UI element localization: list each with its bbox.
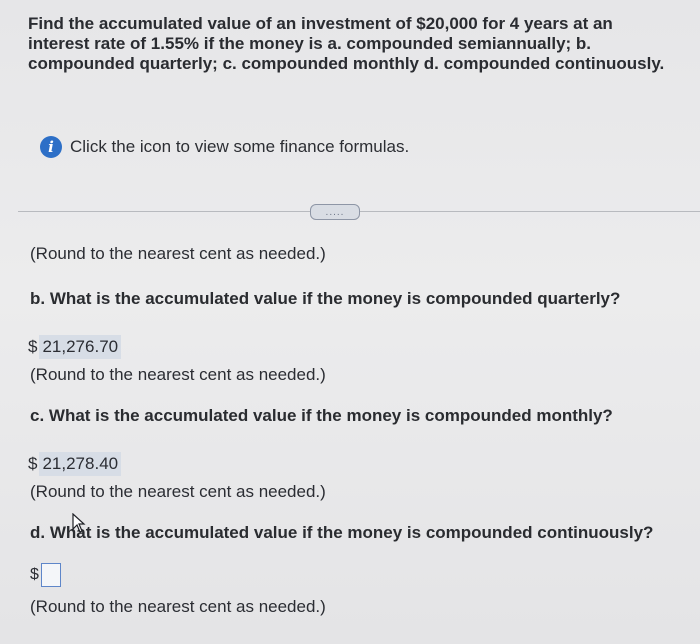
question-panel: Find the accumulated value of an investm…: [0, 0, 700, 644]
help-row: i Click the icon to view some finance fo…: [40, 136, 409, 158]
part-c-currency: $: [28, 454, 38, 473]
part-c-answer: $ 21,278.40: [28, 452, 122, 476]
part-c-prompt: c. What is the accumulated value if the …: [30, 406, 613, 425]
question-text: Find the accumulated value of an investm…: [28, 14, 665, 73]
mouse-pointer-icon: [72, 513, 86, 533]
part-b-prompt: b. What is the accumulated value if the …: [30, 289, 621, 308]
help-text: Click the icon to view some finance form…: [70, 137, 410, 156]
info-icon[interactable]: i: [40, 136, 62, 158]
part-b-answer: $ 21,276.70: [28, 335, 122, 359]
part-d-answer: $: [30, 563, 61, 587]
expand-button[interactable]: .....: [310, 204, 360, 220]
part-a-round-note: (Round to the nearest cent as needed.): [30, 244, 326, 263]
part-d-round-note: (Round to the nearest cent as needed.): [30, 597, 326, 616]
part-b-answer-value[interactable]: 21,276.70: [39, 335, 122, 359]
part-b-currency: $: [28, 337, 38, 356]
part-d-answer-input[interactable]: [40, 563, 61, 587]
part-b-round-note: (Round to the nearest cent as needed.): [30, 365, 326, 384]
part-c-answer-value[interactable]: 21,278.40: [39, 452, 122, 476]
part-d-prompt: d. What is the accumulated value if the …: [30, 523, 654, 542]
part-c-round-note: (Round to the nearest cent as needed.): [30, 482, 326, 501]
part-d-currency: $: [30, 566, 39, 583]
